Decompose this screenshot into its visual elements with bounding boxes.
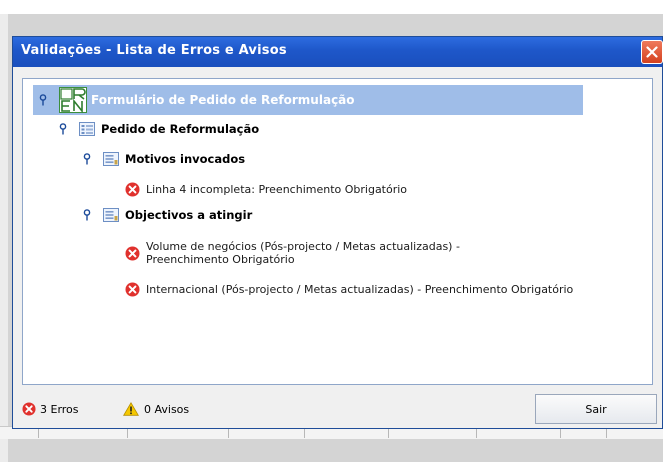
tree-node-group[interactable]: Motivos invocados — [83, 149, 245, 169]
tree-node-root[interactable]: Formulário de Pedido de Reformulação — [33, 85, 583, 115]
pin-icon[interactable] — [83, 209, 91, 221]
pin-icon[interactable] — [83, 153, 91, 165]
close-icon — [646, 46, 658, 58]
tree-error-item[interactable]: Linha 4 incompleta: Preenchimento Obriga… — [125, 179, 407, 199]
validation-tree: Formulário de Pedido de Reformulação Ped… — [22, 78, 653, 385]
form-logo-icon — [59, 87, 87, 113]
error-icon — [125, 246, 140, 260]
tree-node-group[interactable]: Objectivos a atingir — [83, 205, 252, 225]
status-bar: 3 Erros 0 Avisos Sair — [22, 394, 662, 424]
background-edge — [0, 14, 8, 462]
error-count-label: 3 Erros — [40, 402, 79, 416]
pin-icon[interactable] — [39, 94, 47, 106]
error-icon — [125, 182, 140, 196]
error-count: 3 Erros — [22, 402, 79, 416]
tree-group-label: Objectivos a atingir — [125, 208, 253, 222]
error-message: Internacional (Pós-projecto / Metas actu… — [146, 282, 574, 296]
close-button[interactable] — [641, 40, 663, 64]
list-icon — [103, 208, 119, 222]
tree-root-label: Formulário de Pedido de Reformulação — [91, 93, 355, 107]
error-icon — [125, 282, 140, 296]
tree-section-label: Pedido de Reformulação — [101, 122, 260, 136]
error-message: Linha 4 incompleta: Preenchimento Obriga… — [146, 182, 408, 196]
tree-node-section[interactable]: Pedido de Reformulação — [59, 119, 259, 139]
warning-icon — [123, 402, 139, 416]
dialog-title: Validações - Lista de Erros e Avisos — [21, 43, 287, 58]
list-icon — [103, 152, 119, 166]
warning-count: 0 Avisos — [123, 402, 189, 416]
error-message-line: Preenchimento Obrigatório — [146, 253, 295, 266]
form-icon — [79, 122, 95, 136]
error-icon — [22, 402, 36, 416]
warning-count-label: 0 Avisos — [144, 402, 190, 416]
background-top — [0, 0, 663, 14]
tree-group-label: Motivos invocados — [125, 152, 246, 166]
error-message: Volume de negócios (Pós-projecto / Metas… — [146, 240, 460, 266]
validation-dialog: Validações - Lista de Erros e Avisos For… — [12, 36, 663, 429]
exit-button[interactable]: Sair — [535, 394, 657, 424]
tree-error-item[interactable]: Internacional (Pós-projecto / Metas actu… — [125, 279, 573, 299]
tree-error-item[interactable]: Volume de negócios (Pós-projecto / Metas… — [125, 237, 460, 269]
error-message-line: Volume de negócios (Pós-projecto / Metas… — [146, 240, 460, 253]
pin-icon[interactable] — [59, 123, 67, 135]
dialog-titlebar[interactable]: Validações - Lista de Erros e Avisos — [13, 37, 663, 67]
